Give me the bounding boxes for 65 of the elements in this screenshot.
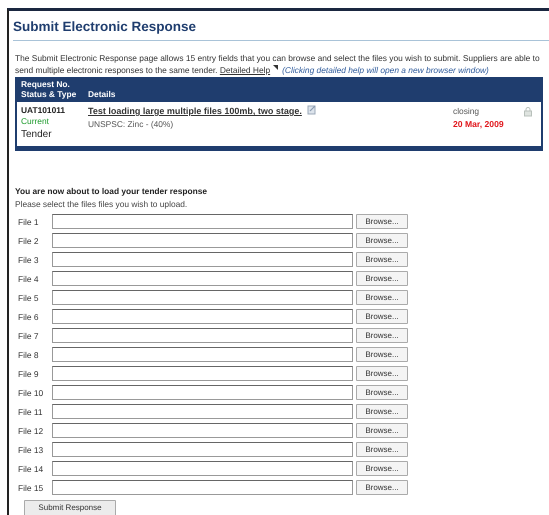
browse-button[interactable]: Browse... [356, 214, 408, 230]
browse-button[interactable]: Browse... [356, 366, 408, 382]
browse-button[interactable]: Browse... [356, 347, 408, 362]
file-path-field[interactable] [52, 366, 353, 382]
closing-date: 20 Mar, 2009 [453, 118, 505, 130]
file-path-field[interactable] [52, 423, 353, 438]
file-label: File 6 [18, 310, 40, 324]
file-path-field[interactable] [52, 214, 353, 230]
browse-button[interactable]: Browse... [356, 290, 408, 306]
file-path-field[interactable] [52, 442, 353, 458]
file-path-field[interactable] [52, 347, 353, 362]
file-path-field[interactable] [52, 290, 353, 306]
intro-paragraph: The Submit Electronic Response page allows 15 entry fields that you can browse and select the files you wish to submit. Suppliers are able to send multiple electronic responses to the same tender. Detailed Help (Clicking detailed help will open a new browser window) [15, 53, 541, 76]
file-label: File 12 [18, 424, 44, 438]
type-text: Tender [21, 128, 53, 142]
browse-button[interactable]: Browse... [356, 461, 408, 476]
file-path-field[interactable] [52, 233, 353, 248]
classification-text: UNSPSC: Zinc - (40%) [88, 118, 174, 132]
file-label: File 1 [18, 216, 40, 228]
column-header: Status & Type [21, 89, 76, 100]
instruction-text: Please select the files files you wish to upload. [15, 198, 188, 210]
file-label: File 10 [18, 386, 44, 400]
document-icon[interactable] [307, 104, 318, 115]
file-path-field[interactable] [52, 328, 353, 344]
column-header: Details [88, 89, 116, 100]
file-label: File 2 [18, 234, 40, 248]
file-path-field[interactable] [52, 252, 353, 268]
lock-icon [523, 106, 533, 117]
file-path-field[interactable] [52, 309, 353, 324]
browse-button[interactable]: Browse... [356, 423, 408, 438]
tender-title-link[interactable]: Test loading large multiple files 100mb, two stage. [88, 106, 302, 116]
file-label: File 11 [18, 406, 44, 418]
browse-button[interactable]: Browse... [356, 271, 408, 286]
page-title: Submit Electronic Response [13, 11, 549, 42]
file-label: File 5 [18, 292, 40, 304]
section-heading: You are now about to load your tender response [15, 185, 208, 198]
browse-button[interactable]: Browse... [356, 404, 408, 420]
file-path-field[interactable] [52, 404, 353, 420]
file-label: File 3 [18, 254, 40, 266]
browse-button[interactable]: Browse... [356, 328, 408, 344]
status-text: Current [21, 116, 50, 128]
help-note: (Clicking detailed help will open a new browser window) [282, 64, 489, 75]
browse-button[interactable]: Browse... [356, 480, 408, 496]
column-header: Request No. [21, 78, 70, 89]
file-label: File 15 [18, 482, 44, 494]
request-number: UAT101011 [21, 104, 66, 116]
browse-button[interactable]: Browse... [356, 309, 408, 324]
file-path-field[interactable] [52, 461, 353, 476]
closing-label: closing [453, 104, 480, 118]
file-label: File 8 [18, 348, 40, 362]
file-path-field[interactable] [52, 385, 353, 400]
file-label: File 14 [18, 462, 44, 476]
browse-button[interactable]: Browse... [356, 442, 408, 458]
file-label: File 7 [18, 330, 40, 342]
file-path-field[interactable] [52, 480, 353, 496]
file-label: File 9 [18, 368, 40, 380]
browse-button[interactable]: Browse... [356, 233, 408, 248]
browse-button[interactable]: Browse... [356, 252, 408, 268]
external-link-icon [273, 64, 278, 71]
browse-button[interactable]: Browse... [356, 385, 408, 400]
help-link[interactable]: Detailed Help [220, 64, 270, 75]
file-label: File 13 [18, 444, 44, 456]
file-path-field[interactable] [52, 271, 353, 286]
file-label: File 4 [18, 272, 40, 286]
submit-response-button[interactable]: Submit Response [24, 500, 116, 515]
